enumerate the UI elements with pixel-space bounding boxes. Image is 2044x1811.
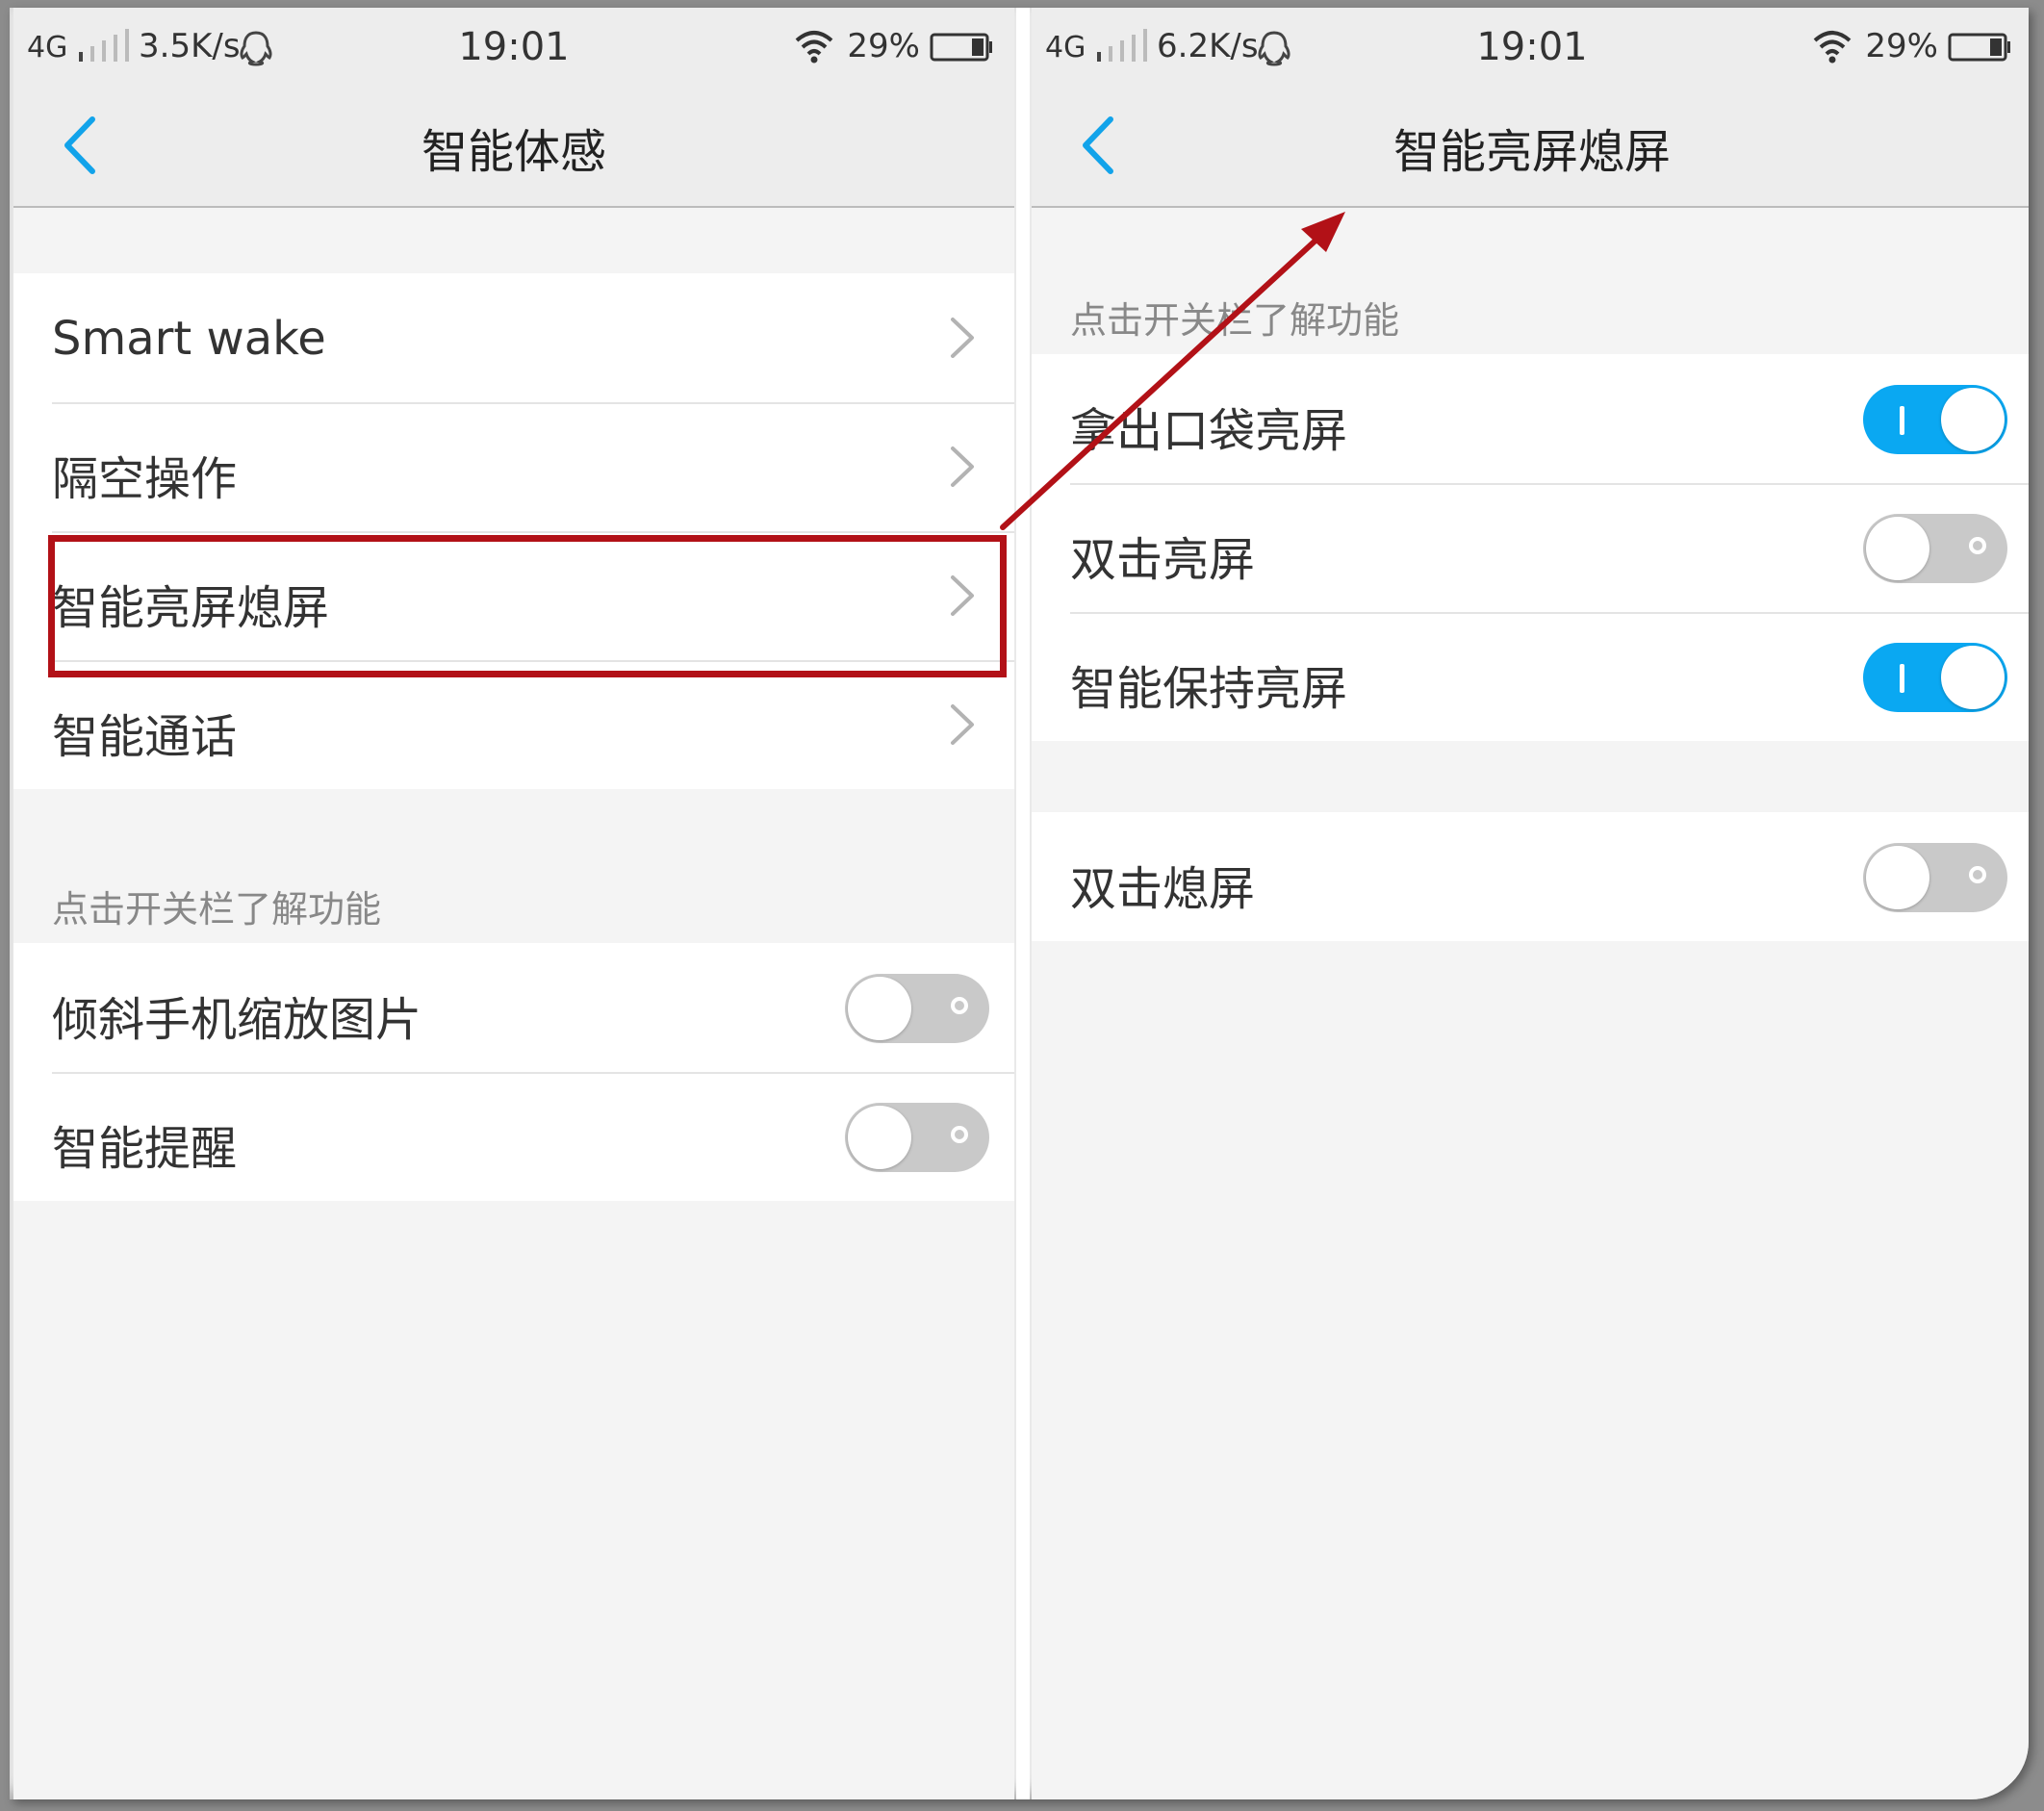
screenshot-frame: 4G 3.5K/s 19:01 29% 智能体感 Smart wake 隔空操作… (10, 8, 2029, 1799)
toggle-row-double-tap-sleep[interactable]: 双击熄屏 (1032, 812, 2029, 941)
settings-item-label: 智能亮屏熄屏 (52, 581, 330, 635)
battery-percent: 29% (847, 27, 920, 65)
toggle-list-screen-on: 拿出口袋亮屏 双击亮屏 智能保持亮屏 (1032, 354, 2029, 741)
wifi-icon (793, 27, 835, 65)
toggle-row-label: 双击亮屏 (1070, 533, 1256, 587)
toggle-switch[interactable] (1863, 643, 2007, 712)
nav-bar: 智能体感 (13, 85, 1014, 208)
settings-item-label: 智能通话 (52, 710, 238, 764)
section-note: 点击开关栏了解功能 (52, 888, 382, 931)
page-title: 智能体感 (421, 125, 606, 179)
toggle-row-label: 智能保持亮屏 (1070, 662, 1348, 716)
toggle-row-pocket-wake[interactable]: 拿出口袋亮屏 (1032, 354, 2029, 483)
toggle-row-label: 智能提醒 (52, 1122, 238, 1176)
toggle-row-label: 倾斜手机缩放图片 (52, 993, 422, 1047)
chevron-right-icon (949, 574, 976, 618)
left-screen: 4G 3.5K/s 19:01 29% 智能体感 Smart wake 隔空操作… (13, 8, 1014, 1799)
right-screen: 4G 6.2K/s 19:01 29% 智能亮屏熄屏 点击开关栏了解功能 拿出口… (1032, 8, 2029, 1799)
toggle-row-label: 双击熄屏 (1070, 862, 1256, 916)
settings-item-label: 隔空操作 (52, 452, 238, 506)
settings-item-label: Smart wake (52, 312, 326, 366)
status-bar: 4G 3.5K/s 19:01 29% (13, 8, 1014, 85)
toggle-switch[interactable] (845, 974, 989, 1043)
screen-divider (1016, 8, 1030, 1799)
status-bar: 4G 6.2K/s 19:01 29% (1032, 8, 2029, 85)
toggle-row-label: 拿出口袋亮屏 (1070, 404, 1348, 458)
toggle-switch[interactable] (1863, 514, 2007, 583)
toggle-row-double-tap-wake[interactable]: 双击亮屏 (1032, 483, 2029, 612)
section-note: 点击开关栏了解功能 (1070, 299, 1400, 342)
toggle-list-screen-off: 双击熄屏 (1032, 812, 2029, 941)
chevron-right-icon (949, 445, 976, 489)
toggle-row-smart-reminder[interactable]: 智能提醒 (13, 1072, 1014, 1201)
chevron-right-icon (949, 316, 976, 360)
wifi-icon (1811, 27, 1853, 65)
battery-icon (1948, 33, 2011, 62)
toggle-switch[interactable] (1863, 385, 2007, 454)
toggle-switch[interactable] (845, 1103, 989, 1172)
toggle-list: 倾斜手机缩放图片 智能提醒 (13, 943, 1014, 1201)
settings-nav-list: Smart wake 隔空操作 智能亮屏熄屏 智能通话 (13, 273, 1014, 789)
toggle-switch[interactable] (1863, 843, 2007, 912)
settings-item-air-gesture[interactable]: 隔空操作 (13, 402, 1014, 531)
settings-item-smart-screen-on-off[interactable]: 智能亮屏熄屏 (13, 531, 1014, 660)
battery-icon (930, 33, 993, 62)
toggle-row-smart-stay-awake[interactable]: 智能保持亮屏 (1032, 612, 2029, 741)
battery-percent: 29% (1865, 27, 1938, 65)
toggle-row-tilt-zoom[interactable]: 倾斜手机缩放图片 (13, 943, 1014, 1072)
chevron-right-icon (949, 702, 976, 747)
nav-bar: 智能亮屏熄屏 (1032, 85, 2029, 208)
page-title: 智能亮屏熄屏 (1392, 125, 1671, 179)
settings-item-smart-call[interactable]: 智能通话 (13, 660, 1014, 789)
settings-item-smart-wake[interactable]: Smart wake (13, 273, 1014, 402)
